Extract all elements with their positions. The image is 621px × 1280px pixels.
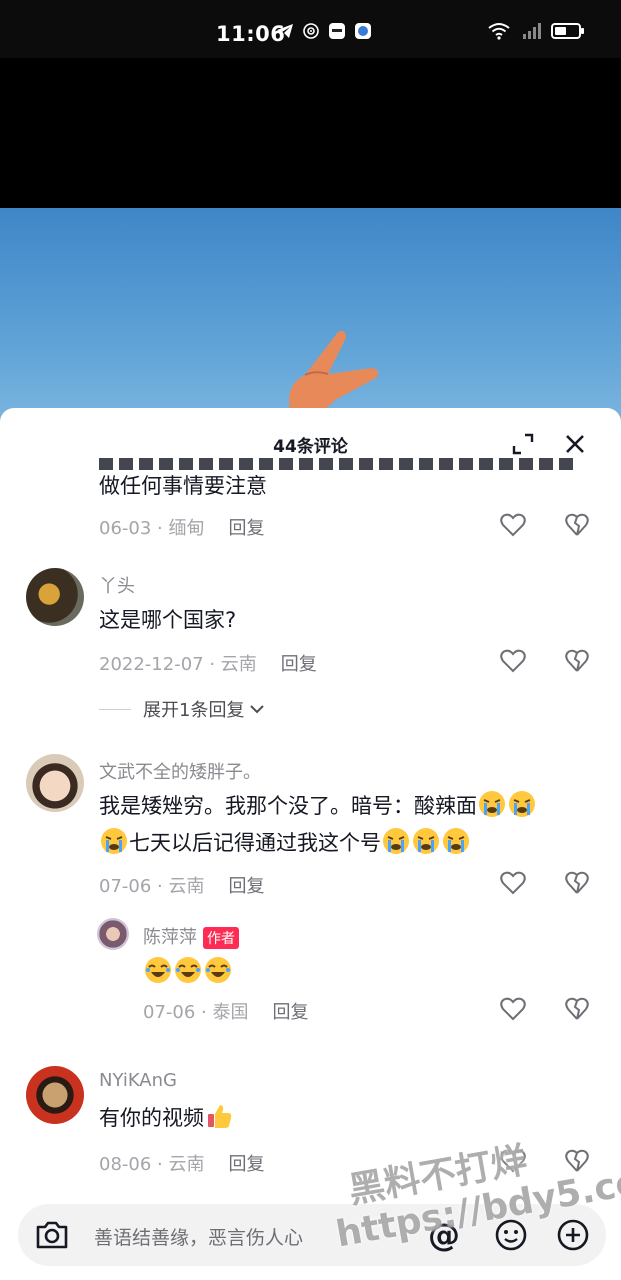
avatar[interactable] xyxy=(26,754,84,812)
comment-date: 08-06 xyxy=(99,1154,152,1175)
crying-face-icon xyxy=(101,828,127,854)
heart-icon[interactable] xyxy=(500,997,526,1021)
comment-location: 云南 xyxy=(168,876,205,897)
expand-replies-button[interactable]: 展开1条回复 xyxy=(99,696,266,722)
reply-button[interactable]: 回复 xyxy=(228,518,264,539)
heart-icon[interactable] xyxy=(500,871,526,895)
avatar[interactable] xyxy=(26,568,84,626)
comment-meta: 08-06 · 云南 回复 xyxy=(99,1154,265,1175)
heart-icon[interactable] xyxy=(500,513,526,537)
reply-button[interactable]: 回复 xyxy=(228,876,264,897)
reply-username-row: 陈萍萍 作者 xyxy=(143,923,239,949)
comment-meta: 06-03 · 缅甸 回复 xyxy=(99,518,265,539)
comment-username[interactable]: 文武不全的矮胖子。 xyxy=(99,758,261,784)
comment-text: 这是哪个国家? xyxy=(99,608,237,632)
comment-username[interactable]: NYiKAnG xyxy=(99,1070,177,1091)
comment-date: 06-03 xyxy=(99,518,152,539)
status-bar: 11:06 xyxy=(0,0,621,58)
comment-text: 我是矮矬穷。我那个没了。暗号：酸辣面 七天以后记得通过我这个号 xyxy=(99,788,599,862)
broken-heart-icon[interactable] xyxy=(565,997,589,1021)
comment-location: 云南 xyxy=(220,654,257,675)
crying-face-icon xyxy=(479,791,505,817)
laughing-face-icon xyxy=(145,957,171,983)
broken-heart-icon[interactable] xyxy=(565,649,589,673)
crying-face-icon xyxy=(383,828,409,854)
comment-text-body: 有你的视频 xyxy=(99,1106,204,1130)
reply-avatar[interactable] xyxy=(97,918,129,950)
globe-app-icon xyxy=(355,23,371,39)
comment-username[interactable]: 丫头 xyxy=(99,572,135,598)
expand-replies-label: 展开1条回复 xyxy=(143,700,245,721)
camera-icon[interactable] xyxy=(34,1218,70,1252)
crying-face-icon xyxy=(443,828,469,854)
battery-icon xyxy=(551,23,584,39)
reply-text xyxy=(143,954,621,991)
comment-location: 云南 xyxy=(168,1154,205,1175)
laughing-face-icon xyxy=(175,957,201,983)
peace-hand-image xyxy=(289,330,379,413)
thumbs-up-icon xyxy=(208,1105,232,1128)
reply-button[interactable]: 回复 xyxy=(228,1154,264,1175)
signal-icon xyxy=(523,23,541,39)
reply-username[interactable]: 陈萍萍 xyxy=(143,927,197,948)
comment-text-line1: 我是矮矬穷。我那个没了。暗号：酸辣面 xyxy=(99,794,477,818)
expand-icon[interactable] xyxy=(511,432,535,456)
comment-location: 缅甸 xyxy=(168,518,205,539)
author-badge: 作者 xyxy=(203,927,239,949)
comment-text-line2: 七天以后记得通过我这个号 xyxy=(129,831,381,855)
reply-meta: 07-06 · 泰国 回复 xyxy=(143,1002,309,1023)
avatar[interactable] xyxy=(26,1066,84,1124)
chevron-down-icon xyxy=(250,705,265,714)
crying-face-icon xyxy=(509,791,535,817)
app-icon xyxy=(329,23,345,39)
broken-heart-icon[interactable] xyxy=(565,513,589,537)
comment-date: 2022-12-07 xyxy=(99,654,204,675)
comment-text: 做任何事情要注意 xyxy=(99,474,267,498)
wifi-icon xyxy=(488,23,510,40)
status-time: 11:06 xyxy=(216,22,286,46)
comment-meta: 07-06 · 云南 回复 xyxy=(99,876,265,897)
crying-face-icon xyxy=(413,828,439,854)
comment-input[interactable]: 善语结善缘，恶言伤人心 xyxy=(94,1223,303,1250)
reply-location: 泰国 xyxy=(212,1002,249,1023)
reply-button[interactable]: 回复 xyxy=(281,654,317,675)
close-icon[interactable] xyxy=(563,432,587,456)
laughing-face-icon xyxy=(205,957,231,983)
reply-button[interactable]: 回复 xyxy=(272,1002,308,1023)
telegram-icon xyxy=(277,24,293,38)
hotspot-icon xyxy=(303,23,319,39)
broken-heart-icon[interactable] xyxy=(565,871,589,895)
comment-date: 07-06 xyxy=(99,876,152,897)
reply-date: 07-06 xyxy=(143,1002,196,1023)
comment-meta: 2022-12-07 · 云南 回复 xyxy=(99,654,317,675)
heart-icon[interactable] xyxy=(500,649,526,673)
